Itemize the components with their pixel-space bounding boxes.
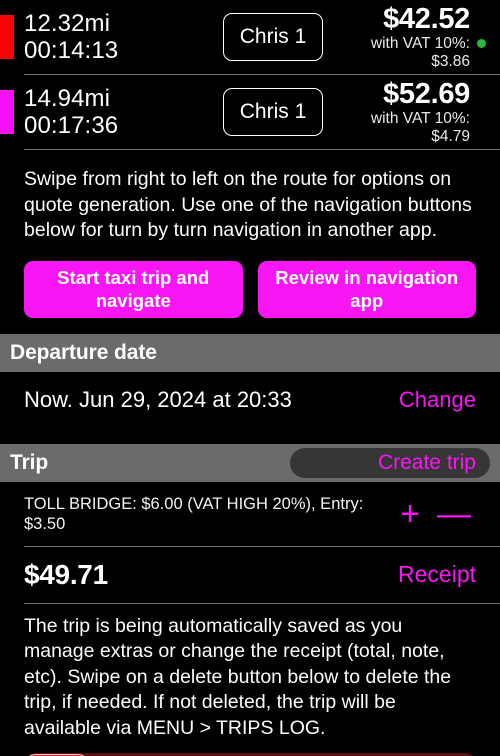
route-distance: 14.94mi <box>24 85 111 112</box>
route-vat-amount: $3.86 <box>431 52 470 70</box>
quote-instructions: Swipe from right to left on the route fo… <box>24 168 472 241</box>
trip-title: Trip <box>10 450 49 474</box>
route-row[interactable]: 12.32mi 00:14:13 Chris 1 $42.52 with VAT… <box>0 0 500 74</box>
trip-total-amount: $49.71 <box>24 558 108 590</box>
departure-date-row[interactable]: Now. Jun 29, 2024 at 20:33 Change <box>0 371 500 428</box>
start-taxi-trip-button[interactable]: Start taxi trip and navigate <box>24 260 243 318</box>
route-vat-label: with VAT 10%: <box>370 35 470 52</box>
route-row[interactable]: 14.94mi 00:17:36 Chris 1 $52.69 with VAT… <box>0 75 500 149</box>
remove-extra-icon[interactable]: — <box>432 497 476 531</box>
route-distance: 12.32mi <box>24 10 111 37</box>
route-vat-amount: $4.79 <box>431 127 470 145</box>
route-status-dot <box>477 39 486 48</box>
route-driver-button[interactable]: Chris 1 <box>223 88 323 136</box>
change-departure-date-button[interactable]: Change <box>399 387 476 413</box>
trip-total-row: $49.71 Receipt <box>0 547 500 603</box>
receipt-button[interactable]: Receipt <box>398 561 476 588</box>
route-price: $42.52 with VAT 10%: $3.86 <box>332 4 476 70</box>
trip-save-footnote: The trip is being automatically saved as… <box>24 614 452 739</box>
route-total-price: $52.69 <box>383 78 470 110</box>
route-duration: 00:17:36 <box>24 112 119 139</box>
route-driver-wrap: Chris 1 <box>214 88 332 136</box>
departure-date-value: Now. Jun 29, 2024 at 20:33 <box>24 386 292 412</box>
trip-quote-screen: 12.32mi 00:14:13 Chris 1 $42.52 with VAT… <box>0 0 500 756</box>
route-driver-wrap: Chris 1 <box>214 13 332 61</box>
create-trip-button[interactable]: Create trip <box>290 447 490 478</box>
route-duration: 00:14:13 <box>24 37 119 64</box>
trip-extra-label: TOLL BRIDGE: $6.00 (VAT HIGH 20%), Entry… <box>24 494 364 533</box>
route-total-price: $42.52 <box>383 3 470 35</box>
add-extra-icon[interactable]: + <box>388 497 432 531</box>
route-color-indicator <box>0 15 14 59</box>
departure-date-header: Departure date <box>0 333 500 372</box>
route-metrics: 14.94mi 00:17:36 <box>24 85 214 139</box>
delete-slider-wrap: Slide to delete the trip <box>0 741 500 756</box>
route-vat-label: with VAT 10%: <box>370 110 470 127</box>
trip-extra-row: TOLL BRIDGE: $6.00 (VAT HIGH 20%), Entry… <box>0 482 500 546</box>
route-color-indicator <box>0 90 14 134</box>
route-metrics: 12.32mi 00:14:13 <box>24 10 214 64</box>
departure-date-title: Departure date <box>10 340 157 364</box>
route-price: $52.69 with VAT 10%: $4.79 <box>332 79 476 145</box>
trip-header: Trip Create trip <box>0 443 500 482</box>
route-driver-button[interactable]: Chris 1 <box>223 13 323 61</box>
navigation-buttons: Start taxi trip and navigate Review in n… <box>0 244 500 318</box>
review-in-navigation-app-button[interactable]: Review in navigation app <box>257 260 476 318</box>
